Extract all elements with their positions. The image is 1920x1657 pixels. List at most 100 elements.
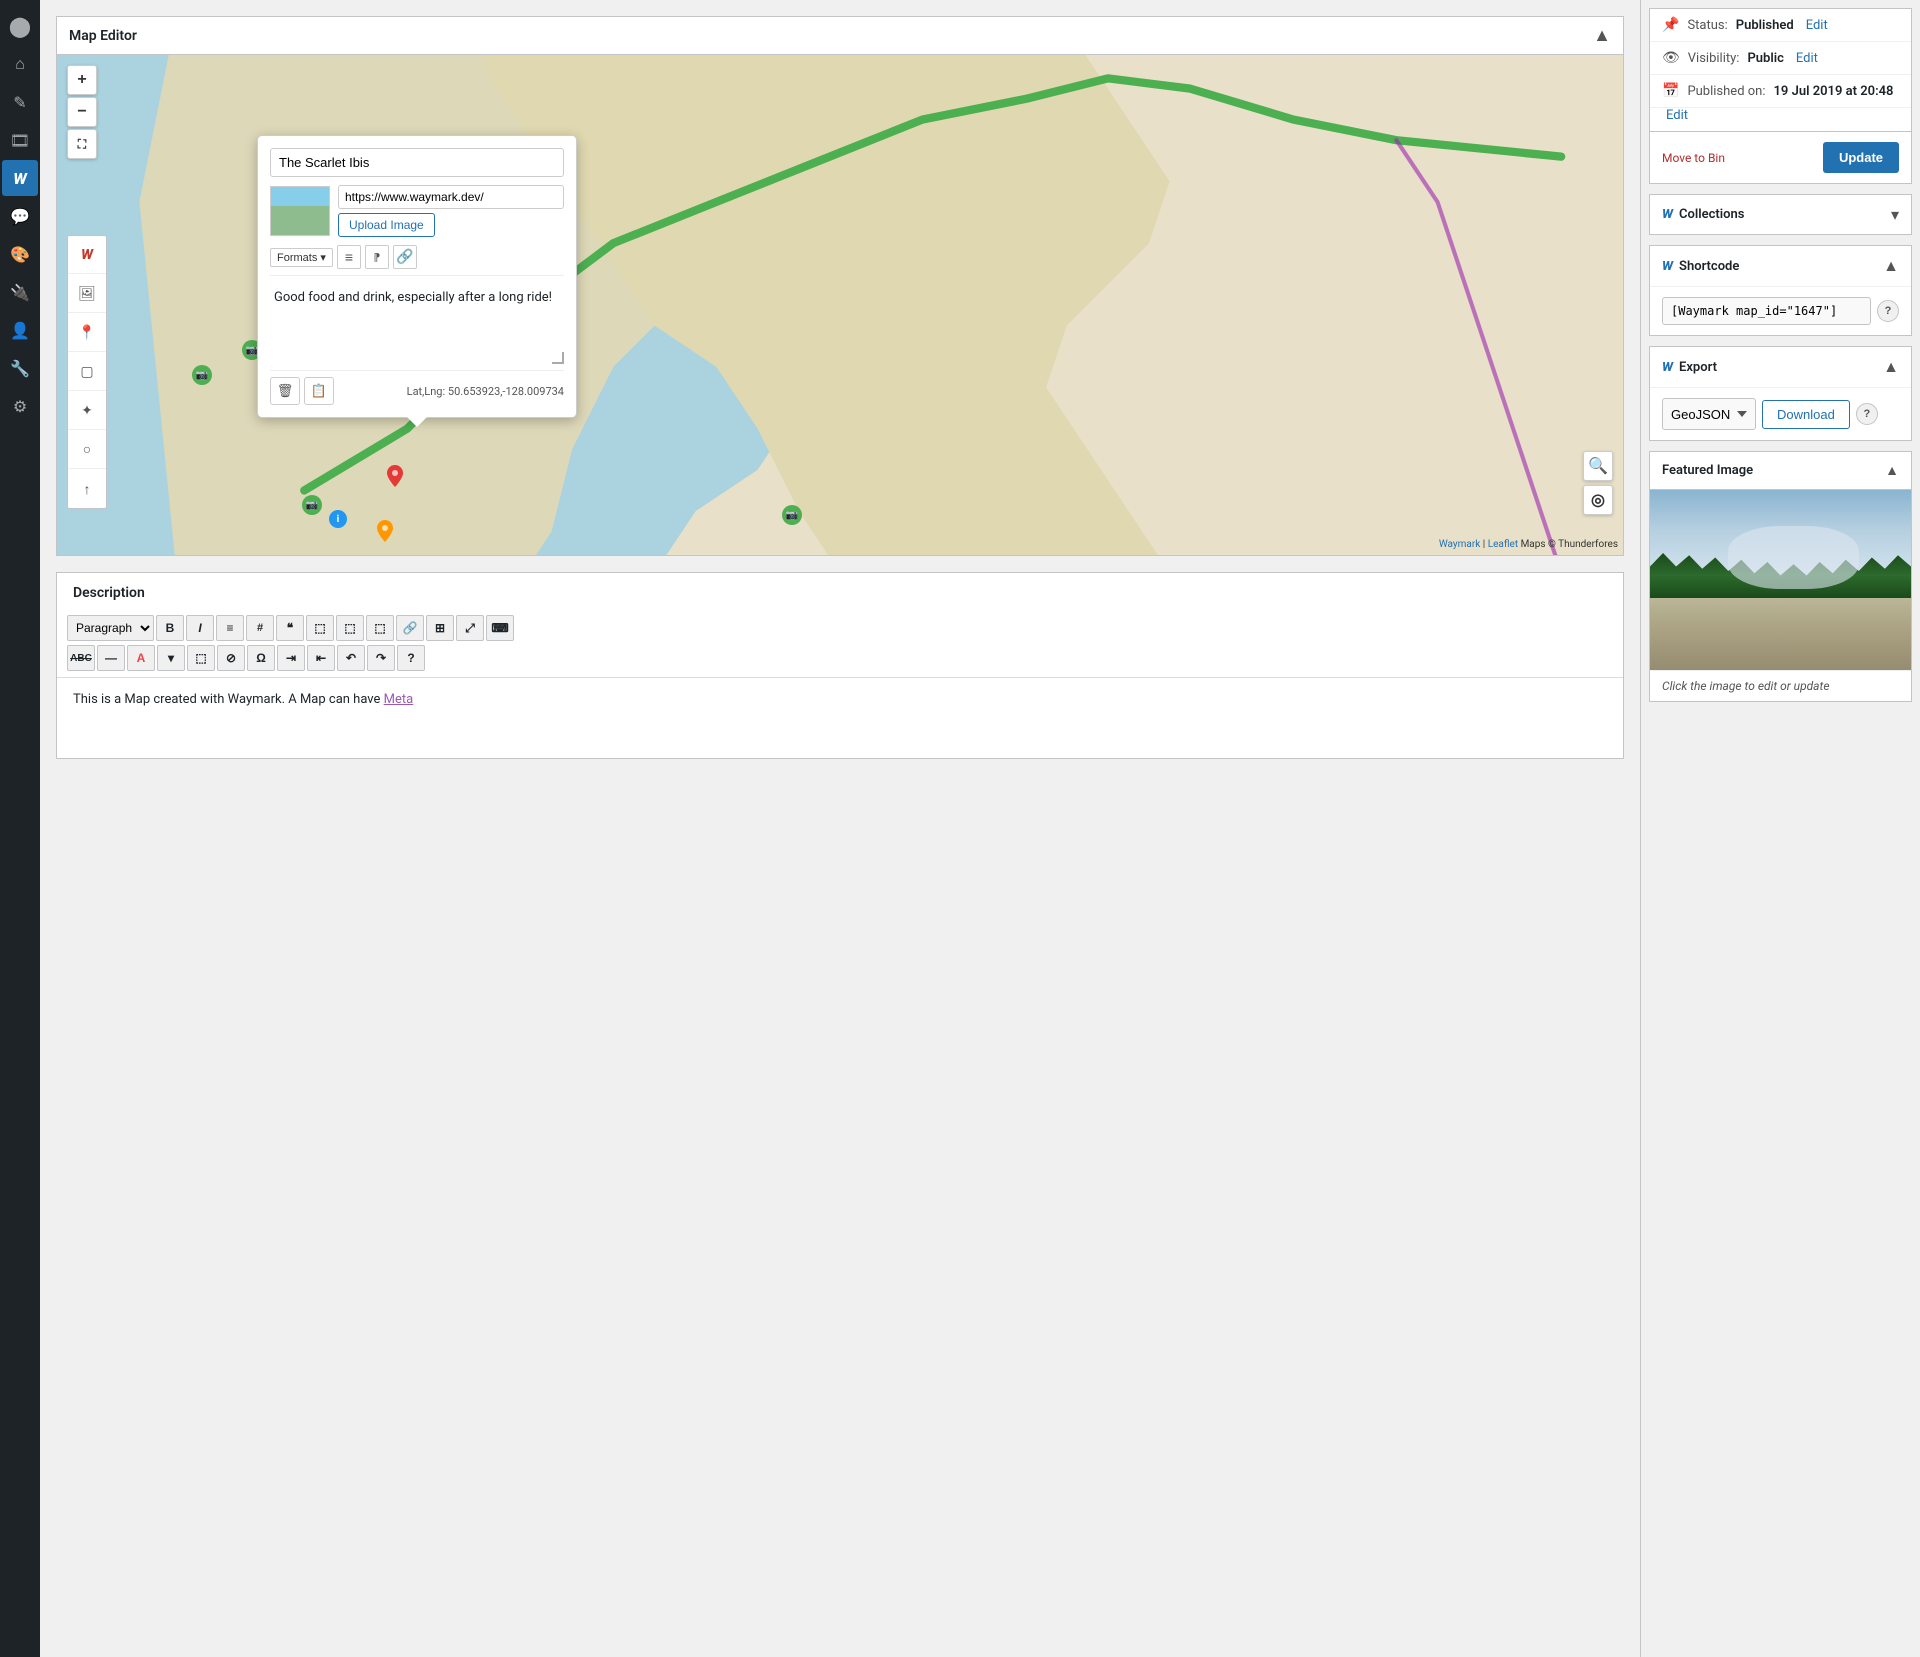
locate-button[interactable]: ◎ [1583, 485, 1613, 515]
map-editor-toggle[interactable]: ▲ [1593, 25, 1611, 46]
export-header[interactable]: W Export ▲ [1650, 347, 1911, 387]
undo-button[interactable]: ↶ [337, 645, 365, 671]
align-left-button[interactable]: ⬚ [306, 615, 334, 641]
waymark-link[interactable]: Waymark [1439, 539, 1480, 550]
bold-button[interactable]: B [156, 615, 184, 641]
keyboard-button[interactable]: ⌨ [486, 615, 514, 641]
published-edit-link[interactable]: Edit [1666, 108, 1688, 123]
star-tool-button[interactable]: ✦ [68, 392, 106, 430]
marker-red-1[interactable] [387, 465, 403, 491]
align-center-button[interactable]: ⬚ [336, 615, 364, 641]
popup-url-input[interactable] [338, 185, 564, 209]
visibility-edit-link[interactable]: Edit [1796, 51, 1818, 66]
status-edit-link[interactable]: Edit [1806, 18, 1828, 33]
collections-title-text: Collections [1679, 207, 1744, 222]
unordered-list-button[interactable]: ≡ [216, 615, 244, 641]
featured-image-toggle[interactable]: ▲ [1885, 462, 1899, 479]
shortcode-toggle[interactable]: ▲ [1883, 256, 1899, 276]
visibility-icon: 👁 [1662, 50, 1680, 66]
editor-content[interactable]: This is a Map created with Waymark. A Ma… [57, 678, 1623, 758]
table-button[interactable]: ⊞ [426, 615, 454, 641]
popup-copy-button[interactable]: 📋 [304, 377, 334, 405]
popup-upload-button[interactable]: Upload Image [338, 213, 435, 237]
featured-image-header[interactable]: Featured Image ▲ [1650, 452, 1911, 490]
popup-link-icon[interactable]: 🔗 [393, 245, 417, 269]
move-to-bin-link[interactable]: Move to Bin [1662, 151, 1725, 165]
export-title-text: Export [1679, 360, 1717, 375]
media-icon[interactable]: 🎞 [2, 122, 38, 158]
waymark-tool-button[interactable]: W [68, 236, 106, 274]
zoom-out-button[interactable]: − [67, 97, 97, 127]
wordpress-logo-icon[interactable]: ⬤ [2, 8, 38, 44]
shortcode-help-button[interactable]: ? [1877, 300, 1899, 322]
fullscreen-button[interactable]: ⛶ [67, 129, 97, 159]
fullscreen-editor-button[interactable]: ⤢ [456, 615, 484, 641]
export-toggle[interactable]: ▲ [1883, 357, 1899, 377]
popup-ul-icon[interactable]: ≡ [337, 245, 361, 269]
visibility-label: Visibility: [1688, 51, 1740, 66]
leaflet-link[interactable]: Leaflet [1488, 539, 1518, 550]
text-color-dropdown[interactable]: ▾ [157, 645, 185, 671]
posts-icon[interactable]: ✎ [2, 84, 38, 120]
paste-text-button[interactable]: ⬚ [187, 645, 215, 671]
settings-icon[interactable]: ⚙ [2, 388, 38, 424]
search-map-button[interactable]: 🔍 [1583, 451, 1613, 481]
formats-label: Formats [277, 252, 317, 264]
help-editor-button[interactable]: ? [397, 645, 425, 671]
comments-icon[interactable]: 💬 [2, 198, 38, 234]
collections-toggle[interactable]: ▾ [1891, 205, 1899, 224]
marker-camera-1[interactable]: 📷 [192, 365, 212, 385]
strikethrough-button[interactable]: ABC [67, 645, 95, 671]
pin-tool-button[interactable]: 📍 [68, 314, 106, 352]
map-popup: Upload Image Formats ▾ ≡ ⁋ 🔗 Good food a… [257, 135, 577, 418]
box-tool-button[interactable]: ▢ [68, 353, 106, 391]
horizontal-rule-button[interactable]: — [97, 645, 125, 671]
marker-camera-4[interactable]: 📷 [782, 505, 802, 525]
coords-label: Lat,Lng: [407, 385, 446, 398]
export-format-select[interactable]: GeoJSON KML GPX [1662, 398, 1756, 430]
align-right-button[interactable]: ⬚ [366, 615, 394, 641]
users-icon[interactable]: 👤 [2, 312, 38, 348]
export-help-button[interactable]: ? [1856, 403, 1878, 425]
map-container[interactable]: + − ⛶ W 🖼 📍 ▢ ✦ ○ ↑ [57, 55, 1623, 555]
appearance-icon[interactable]: 🎨 [2, 236, 38, 272]
plugins-icon[interactable]: 🔌 [2, 274, 38, 310]
special-chars-button[interactable]: Ω [247, 645, 275, 671]
tools-icon[interactable]: 🔧 [2, 350, 38, 386]
shortcode-header[interactable]: W Shortcode ▲ [1650, 246, 1911, 286]
shortcode-input[interactable] [1662, 297, 1871, 325]
editor-content-link[interactable]: Meta [384, 692, 414, 707]
map-attribution: Waymark | Leaflet Maps © Thunderfores [1439, 539, 1618, 550]
paragraph-select[interactable]: Paragraph [67, 615, 154, 641]
collections-header[interactable]: W Collections ▾ [1650, 195, 1911, 234]
italic-button[interactable]: I [186, 615, 214, 641]
marker-info[interactable]: i [329, 510, 347, 528]
popup-title-input[interactable] [270, 148, 564, 177]
ordered-list-button[interactable]: # [246, 615, 274, 641]
popup-ol-icon[interactable]: ⁋ [365, 245, 389, 269]
popup-content[interactable]: Good food and drink, especially after a … [270, 284, 564, 364]
dashboard-icon[interactable]: ⌂ [2, 46, 38, 82]
clear-format-button[interactable]: ⊘ [217, 645, 245, 671]
shortcode-title: W Shortcode [1662, 259, 1739, 274]
status-label: Status: [1687, 18, 1727, 33]
circle-tool-button[interactable]: ○ [68, 431, 106, 469]
blockquote-button[interactable]: ❝ [276, 615, 304, 641]
popup-delete-button[interactable]: 🗑 [270, 377, 300, 405]
marker-orange-1[interactable] [377, 520, 393, 546]
upload-tool-button[interactable]: ↑ [68, 470, 106, 508]
text-color-button[interactable]: A [127, 645, 155, 671]
zoom-in-button[interactable]: + [67, 65, 97, 95]
waymark-icon[interactable]: W [2, 160, 38, 196]
featured-image-img[interactable] [1650, 490, 1911, 670]
redo-button[interactable]: ↷ [367, 645, 395, 671]
popup-formats-button[interactable]: Formats ▾ [270, 248, 333, 267]
image-tool-button[interactable]: 🖼 [68, 275, 106, 313]
outdent-button[interactable]: ⇤ [307, 645, 335, 671]
link-button[interactable]: 🔗 [396, 615, 424, 641]
beach-trees [1650, 553, 1911, 598]
marker-camera-3[interactable]: 📷 [302, 495, 322, 515]
update-button[interactable]: Update [1823, 142, 1899, 173]
download-button[interactable]: Download [1762, 400, 1850, 429]
indent-button[interactable]: ⇥ [277, 645, 305, 671]
